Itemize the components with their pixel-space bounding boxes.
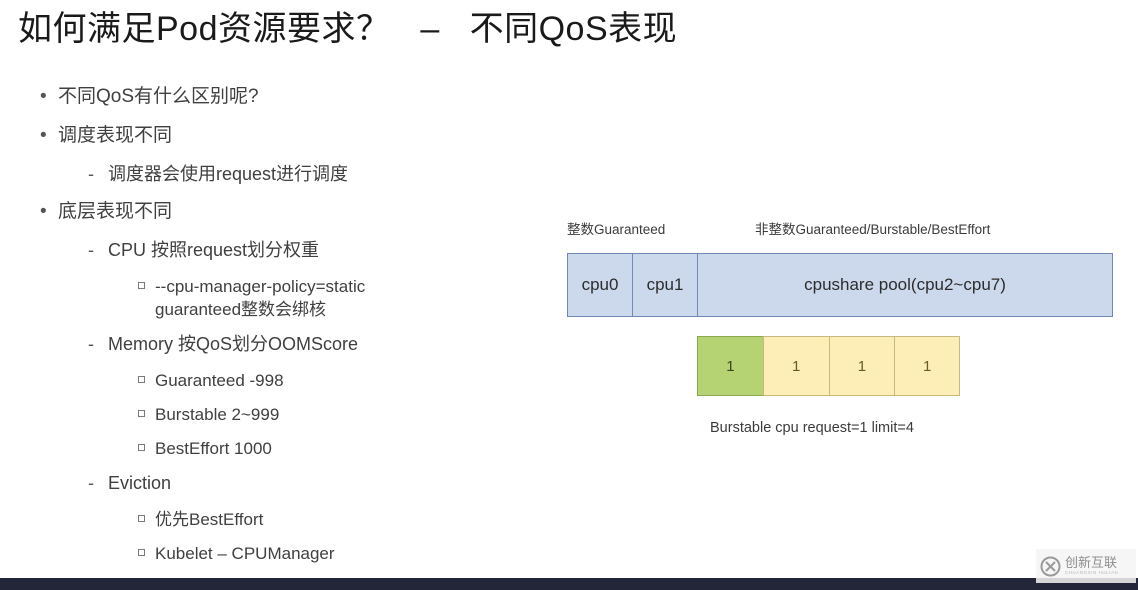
list-item-label: Memory 按QoS划分OOMScore [108, 334, 359, 354]
watermark-text: 创新互联 CHUANGXIN HULIAN [1065, 556, 1118, 575]
bullet-marker-dash-icon: - [88, 240, 94, 260]
list-item-label: CPU 按照request划分权重 [108, 240, 320, 260]
cpu-cell-1: cpu1 [633, 254, 698, 316]
list-item: • 调度表现不同 [40, 123, 540, 149]
list-item-label: Guaranteed -998 [155, 371, 284, 390]
watermark-brand-en: CHUANGXIN HULIAN [1065, 570, 1119, 576]
burstable-quota-bar: 1 1 1 1 [697, 336, 960, 396]
list-item: Kubelet – CPUManager [138, 542, 540, 565]
list-item: --cpu-manager-policy=static guaranteed整数… [138, 275, 540, 321]
bullet-marker-square-icon [138, 437, 155, 451]
list-item-label: 调度表现不同 [58, 125, 173, 146]
list-item-label: Eviction [108, 473, 172, 493]
list-item: • 底层表现不同 [40, 199, 540, 225]
list-item-label: 优先BestEffort [155, 510, 264, 529]
list-item: - Memory 按QoS划分OOMScore [88, 332, 540, 357]
cpushare-pool-cell: cpushare pool(cpu2~cpu7) [804, 275, 1006, 294]
watermark: 创新互联 CHUANGXIN HULIAN [1036, 549, 1136, 583]
list-item-label: 调度器会使用request进行调度 [108, 164, 349, 184]
list-item: - CPU 按照request划分权重 [88, 238, 540, 263]
bullet-marker-dash-icon: - [88, 473, 94, 493]
bullet-marker-square-icon [138, 542, 155, 556]
list-item: - Eviction [88, 471, 540, 496]
footer-bar [0, 578, 1138, 590]
diagram-label-integer-guaranteed: 整数Guaranteed [567, 222, 666, 237]
bullet-marker-dot-icon: • [40, 86, 47, 107]
bullet-marker-dot-icon: • [40, 125, 47, 146]
list-item-label: Burstable 2~999 [155, 405, 280, 424]
list-item: BestEffort 1000 [138, 437, 540, 460]
list-item: Burstable 2~999 [138, 403, 540, 426]
slide-canvas: 如何满足Pod资源要求？ – 不同QoS表现 • 不同QoS有什么区别呢? • … [0, 0, 1138, 590]
list-item: 优先BestEffort [138, 508, 540, 531]
list-item-label: 底层表现不同 [58, 201, 173, 222]
quota-cell-limit: 1 [894, 336, 960, 396]
bullet-marker-square-icon [138, 508, 155, 522]
list-item: Guaranteed -998 [138, 369, 540, 392]
bullet-marker-square-icon [138, 275, 155, 289]
list-item: • 不同QoS有什么区别呢? [40, 84, 540, 110]
list-item-label: Kubelet – CPUManager [155, 544, 335, 563]
bullet-marker-square-icon [138, 369, 155, 383]
list-item-label: BestEffort 1000 [155, 439, 272, 458]
bullet-marker-dash-icon: - [88, 334, 94, 354]
watermark-brand-cn: 创新互联 [1065, 555, 1118, 571]
quota-cell-limit: 1 [828, 336, 895, 396]
quota-cell-limit: 1 [762, 336, 829, 396]
circled-x-logo-icon [1040, 556, 1061, 577]
bullet-list: • 不同QoS有什么区别呢? • 调度表现不同 - 调度器会使用request进… [40, 84, 540, 576]
bullet-marker-dot-icon: • [40, 201, 47, 222]
list-item-label: --cpu-manager-policy=static guaranteed整数… [155, 277, 366, 319]
cpu-bar: cpu0 cpu1 cpushare pool(cpu2~cpu7) [567, 253, 1113, 317]
bullet-marker-square-icon [138, 403, 155, 417]
cpu-cell-0: cpu0 [568, 254, 633, 316]
quota-cell-request: 1 [697, 336, 763, 396]
list-item: - 调度器会使用request进行调度 [88, 162, 540, 187]
bullet-marker-dash-icon: - [88, 164, 94, 184]
diagram-label-noninteger: 非整数Guaranteed/Burstable/BestEffort [755, 222, 991, 237]
diagram-caption: Burstable cpu request=1 limit=4 [710, 420, 914, 436]
page-title: 如何满足Pod资源要求？ – 不同QoS表现 [18, 10, 678, 48]
list-item-label: 不同QoS有什么区别呢? [58, 86, 259, 107]
